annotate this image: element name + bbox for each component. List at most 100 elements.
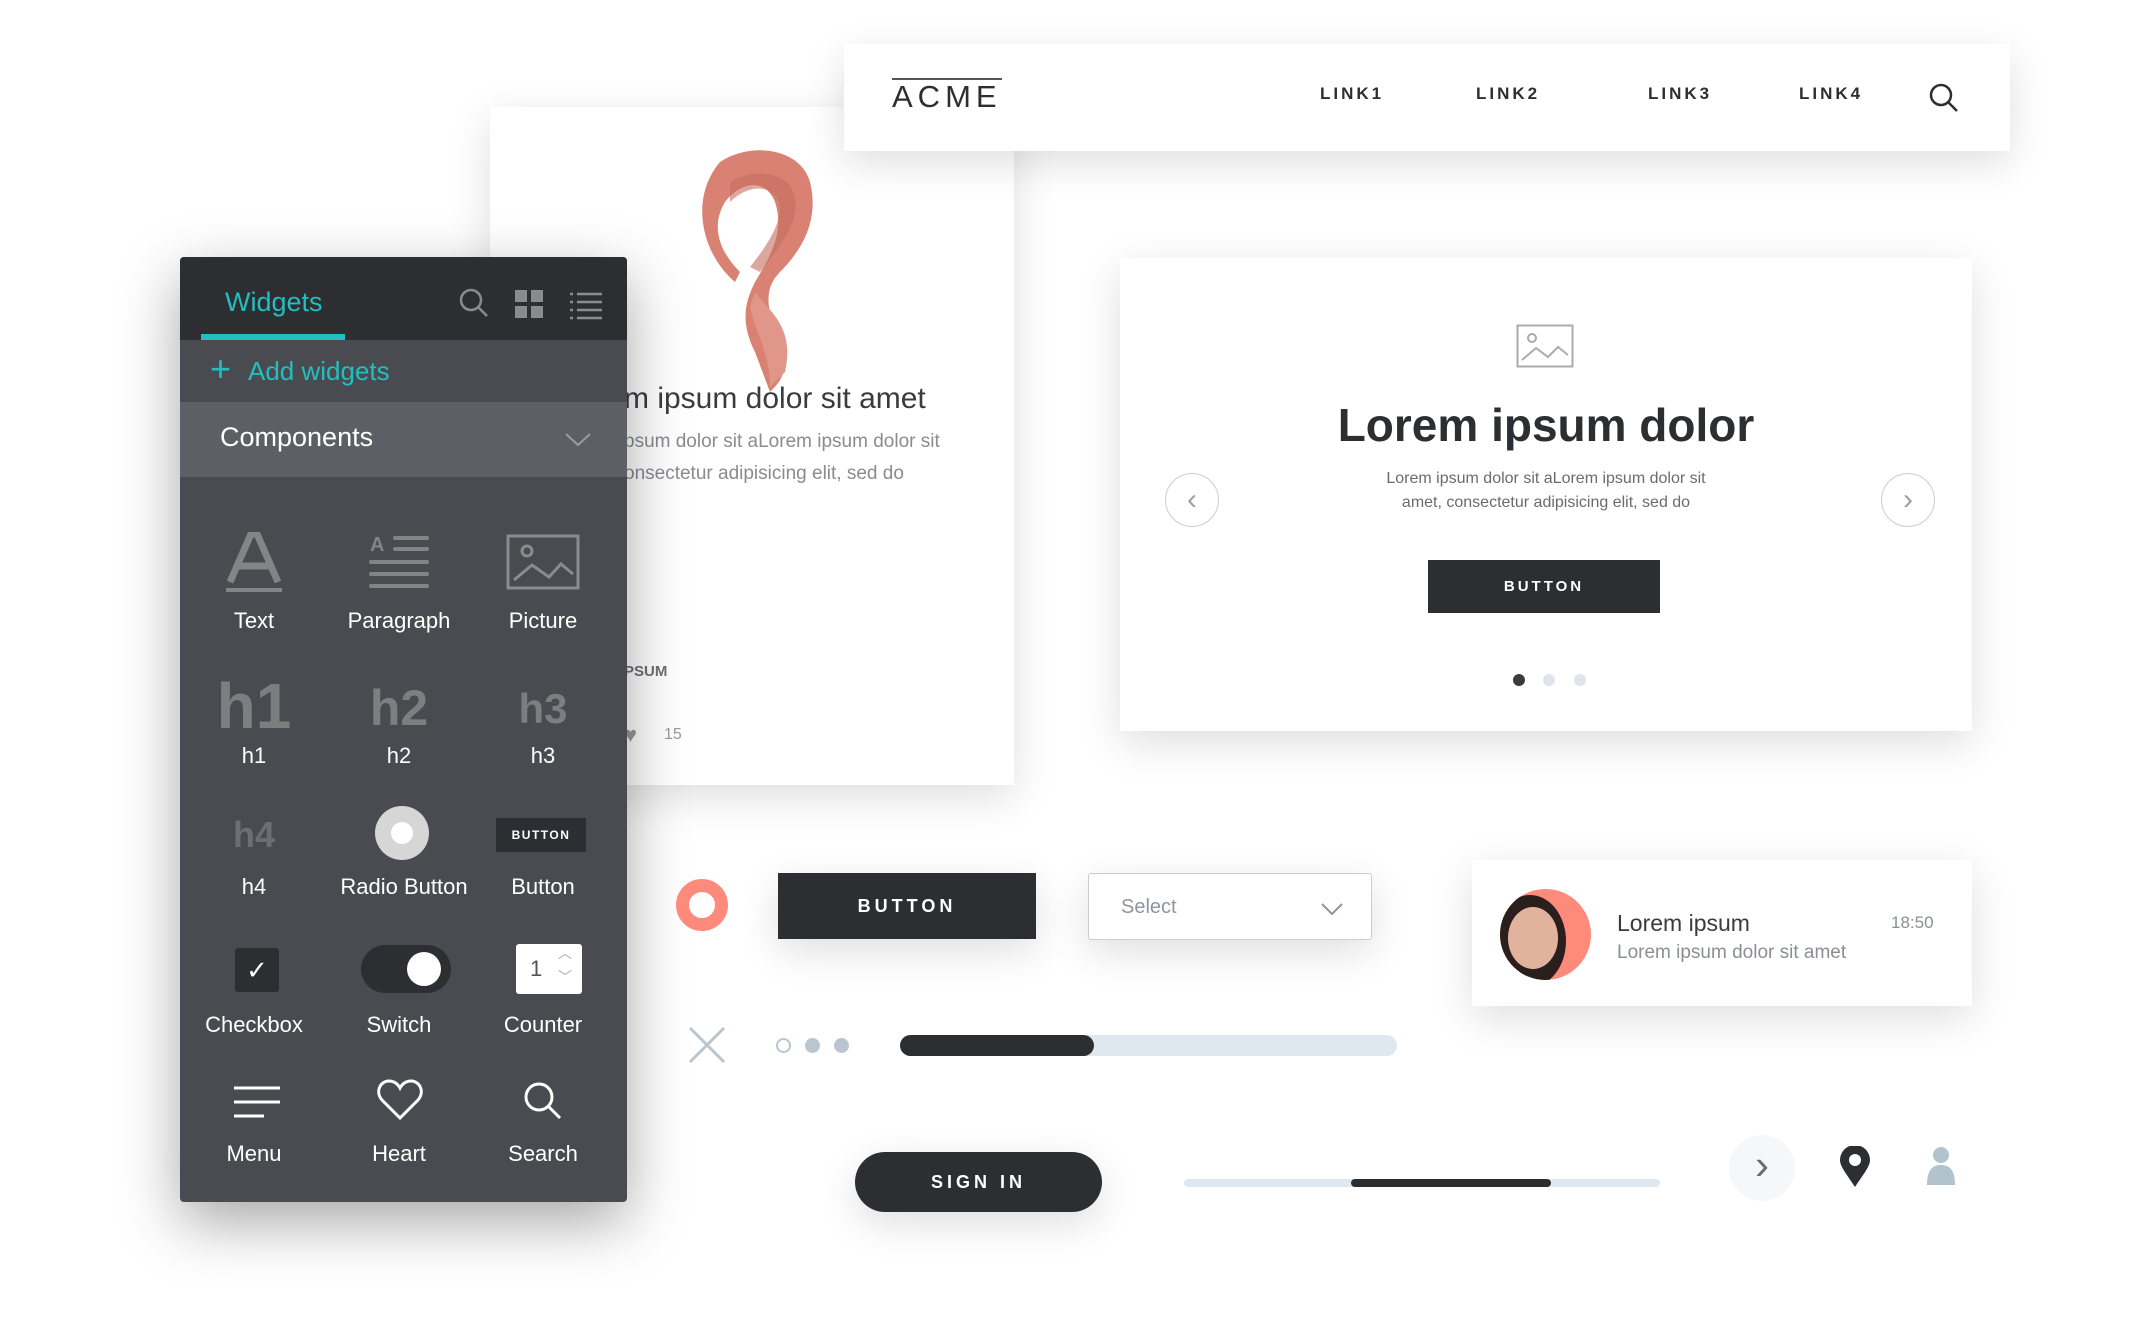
select-dropdown[interactable]: Select xyxy=(1088,873,1372,940)
widget-checkbox[interactable]: ✓ Checkbox xyxy=(184,942,324,1042)
add-widgets-label: Add widgets xyxy=(248,356,390,386)
widget-label: Switch xyxy=(366,1012,432,1037)
product-desc-line1: psum dolor sit aLorem ipsum dolor sit xyxy=(624,431,940,452)
h4-icon: h4 xyxy=(232,814,275,855)
tab-widgets[interactable]: Widgets xyxy=(225,287,323,318)
widget-h2[interactable]: h2 h2 xyxy=(329,669,469,769)
carousel-dot-1[interactable] xyxy=(1513,674,1525,686)
widget-radio-button[interactable]: Radio Button xyxy=(329,802,479,902)
panel-header: Widgets xyxy=(180,257,627,340)
chevron-right-button[interactable]: › xyxy=(1729,1135,1795,1201)
logo[interactable]: ACME xyxy=(892,78,1002,112)
search-icon[interactable] xyxy=(458,287,490,319)
widget-label: h2 xyxy=(386,743,412,768)
button-icon: BUTTON xyxy=(496,818,586,852)
user-icon[interactable] xyxy=(1925,1145,1957,1185)
nav-link-3[interactable]: LINK3 xyxy=(1648,84,1712,104)
widget-paragraph[interactable]: A Paragraph xyxy=(329,522,469,633)
widget-label: Menu xyxy=(226,1141,282,1166)
primary-button[interactable]: BUTTON xyxy=(778,873,1036,939)
grid-view-icon[interactable] xyxy=(515,290,545,320)
plus-icon: + xyxy=(210,348,232,389)
chevron-down-icon xyxy=(1321,903,1343,916)
progress-fill xyxy=(900,1035,1094,1056)
radio-icon xyxy=(375,806,429,860)
widget-counter[interactable]: 1 ︿ ﹀ Counter xyxy=(473,942,613,1042)
add-widgets-button[interactable]: + Add widgets xyxy=(180,340,627,402)
widget-label: h4 xyxy=(241,874,267,899)
close-icon[interactable] xyxy=(688,1026,726,1064)
progress-bar xyxy=(900,1035,1397,1056)
widget-label: h1 xyxy=(241,743,267,768)
widget-switch[interactable]: Switch xyxy=(329,942,469,1042)
select-placeholder: Select xyxy=(1121,896,1177,918)
pager-dot-3[interactable] xyxy=(834,1038,849,1053)
carousel-next-button[interactable]: › xyxy=(1881,473,1935,527)
carousel-title: Lorem ipsum dolor xyxy=(1337,399,1755,451)
chat-time: 18:50 xyxy=(1891,913,1934,932)
range-slider-selection[interactable] xyxy=(1350,1179,1551,1187)
menu-icon xyxy=(234,1086,280,1118)
nav-link-2[interactable]: LINK2 xyxy=(1476,84,1540,104)
counter-value: 1 xyxy=(530,956,543,981)
location-pin-icon[interactable] xyxy=(1839,1146,1871,1188)
product-tag: PSUM xyxy=(624,663,668,680)
widget-menu[interactable]: Menu xyxy=(184,1075,324,1175)
widget-label: Text xyxy=(233,608,275,633)
nav-link-1[interactable]: LINK1 xyxy=(1320,84,1384,104)
widget-h3[interactable]: h3 h3 xyxy=(473,669,613,769)
search-icon[interactable] xyxy=(1928,82,1960,114)
widget-text[interactable]: Text xyxy=(184,522,324,633)
picture-icon xyxy=(506,534,580,590)
carousel-dot-3[interactable] xyxy=(1574,674,1586,686)
nav-link-4[interactable]: LINK4 xyxy=(1799,84,1863,104)
text-icon xyxy=(226,532,282,592)
carousel-prev-button[interactable]: ‹ xyxy=(1165,473,1219,527)
sign-in-button[interactable]: SIGN IN xyxy=(855,1152,1102,1212)
chat-message: Lorem ipsum dolor sit amet xyxy=(1617,942,1847,963)
svg-text:A: A xyxy=(370,534,384,556)
pager-dot-2[interactable] xyxy=(805,1038,820,1053)
counter-icon: 1 ︿ ﹀ xyxy=(516,944,582,994)
widget-label: Heart xyxy=(372,1141,426,1166)
list-view-icon[interactable] xyxy=(570,292,604,320)
carousel-text-line2: amet, consectetur adipisicing elit, sed … xyxy=(1401,494,1691,511)
pager-dot-1[interactable] xyxy=(776,1038,791,1053)
widget-label: Counter xyxy=(503,1012,583,1037)
carousel-text-line1: Lorem ipsum dolor sit aLorem ipsum dolor… xyxy=(1386,470,1706,487)
widget-label: Checkbox xyxy=(205,1012,303,1037)
widget-button[interactable]: BUTTON Button xyxy=(473,802,613,902)
widget-h1[interactable]: h1 h1 xyxy=(184,669,324,769)
carousel-card: Lorem ipsum dolor Lorem ipsum dolor sit … xyxy=(1120,258,1972,731)
widget-heart[interactable]: Heart xyxy=(329,1075,469,1175)
widget-h4[interactable]: h4 h4 xyxy=(184,802,324,902)
chevron-right-icon: › xyxy=(1903,483,1913,516)
heart-icon xyxy=(377,1079,423,1121)
components-dropdown[interactable]: Components xyxy=(180,402,627,477)
carousel-button[interactable]: BUTTON xyxy=(1428,560,1660,613)
widget-label: Picture xyxy=(508,608,578,633)
like-count: 15 xyxy=(664,726,682,743)
h2-icon: h2 xyxy=(369,680,429,736)
switch-icon xyxy=(361,945,451,993)
widget-label: Radio Button xyxy=(340,874,468,899)
h1-icon: h1 xyxy=(216,670,292,742)
carousel-dot-2[interactable] xyxy=(1543,674,1555,686)
chevron-right-icon: › xyxy=(1755,1141,1769,1188)
h3-icon: h3 xyxy=(518,685,568,732)
top-nav: ACME LINK1 LINK2 LINK3 LINK4 xyxy=(844,44,2010,151)
range-slider[interactable] xyxy=(1184,1179,1660,1187)
search-icon xyxy=(524,1082,562,1120)
product-desc-line2: onsectetur adipisicing elit, sed do xyxy=(624,463,904,484)
product-title: m ipsum dolor sit amet xyxy=(624,382,926,415)
chat-message-card[interactable]: Lorem ipsum 18:50 Lorem ipsum dolor sit … xyxy=(1472,860,1972,1006)
chevron-down-icon xyxy=(565,433,591,447)
widget-label: h3 xyxy=(530,743,556,768)
widget-search[interactable]: Search xyxy=(473,1075,613,1175)
avatar xyxy=(1500,889,1591,980)
chevron-left-icon: ‹ xyxy=(1187,483,1197,516)
radio-button-selected[interactable] xyxy=(676,879,728,931)
chat-name: Lorem ipsum xyxy=(1617,910,1750,936)
widget-picture[interactable]: Picture xyxy=(473,522,613,633)
image-placeholder-icon xyxy=(1516,324,1574,368)
